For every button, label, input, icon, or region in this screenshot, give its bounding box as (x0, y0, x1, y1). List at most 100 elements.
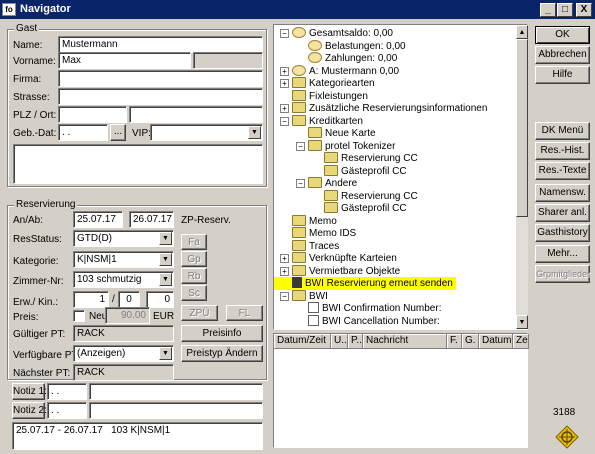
app-icon: fo (2, 3, 16, 16)
vorname-field[interactable]: Max (58, 52, 191, 69)
check-icon (292, 64, 306, 76)
gasthistory-button[interactable]: Gasthistory (535, 224, 590, 242)
zp-fa-button[interactable]: Fa (181, 234, 207, 250)
tree-item[interactable]: Neue Karte (296, 127, 376, 140)
neu-checkbox[interactable] (73, 310, 85, 322)
tree-item[interactable]: BWI Cancellation Number: (296, 314, 440, 328)
departure-field[interactable]: 26.07.17 (129, 211, 174, 228)
kin1-field[interactable]: 0 (118, 291, 140, 308)
close-button[interactable]: X (576, 3, 592, 17)
preisinfo-button[interactable]: Preisinfo (181, 325, 263, 342)
geb-field[interactable]: . . (58, 124, 108, 141)
fl-button[interactable]: FL (226, 305, 263, 321)
col-f[interactable]: F. (447, 334, 462, 349)
res-texte-button[interactable]: Res.-Texte (535, 162, 590, 180)
plz-field[interactable] (58, 106, 127, 123)
sharer-anl-button[interactable]: Sharer anl. (535, 204, 590, 222)
scroll-down-icon[interactable]: ▼ (516, 315, 528, 329)
expander-icon[interactable]: − (296, 141, 305, 151)
firma-field[interactable] (58, 70, 263, 87)
erw-field[interactable]: 1 (73, 291, 109, 308)
tree-item[interactable]: Memo IDS (280, 227, 356, 240)
expander-icon[interactable]: − (280, 116, 289, 126)
notiz2-button[interactable]: Notiz 2: (12, 402, 47, 419)
tree-item[interactable]: + Zusätzliche Reservierungsinformationen (280, 102, 487, 115)
vip-select[interactable]: ▼ (150, 124, 263, 141)
tree-item[interactable]: Belastungen: 0,00 (296, 39, 406, 53)
col-nachricht[interactable]: Nachricht (363, 334, 447, 349)
scroll-up-icon[interactable]: ▲ (516, 25, 528, 39)
preistyp-aendern-button[interactable]: Preistyp Ändern (181, 345, 263, 362)
tree-item[interactable]: − protel Tokenizer (296, 139, 395, 153)
kin2-field[interactable]: 0 (146, 291, 174, 308)
expander-icon[interactable]: + (280, 66, 289, 76)
kategorie-select[interactable]: K|NSM|1 ▼ (73, 251, 174, 268)
status-select[interactable]: GTD(D) ▼ (73, 230, 174, 247)
mehr-button[interactable]: Mehr... (535, 245, 590, 263)
hilfe-button[interactable]: Hilfe (535, 66, 590, 84)
grpmitglieder-button[interactable]: Grpmitglieder (535, 265, 590, 283)
tree-item[interactable]: − BWI (280, 289, 328, 303)
zp-sc-button[interactable]: Sc (181, 285, 207, 301)
tree-item[interactable]: Reservierung CC (312, 189, 418, 203)
tree-item[interactable]: − Kreditkarten (280, 114, 363, 128)
tree-item[interactable]: Reservierung CC (312, 152, 418, 165)
expander-icon[interactable]: + (280, 254, 289, 263)
scroll-thumb[interactable] (516, 39, 528, 217)
gast-notes-field[interactable] (13, 144, 263, 184)
notiz1-date-field[interactable]: . . (47, 383, 87, 400)
col-datumzeit[interactable]: Datum/Zeit (274, 334, 331, 349)
tree-scrollbar[interactable]: ▲ ▼ (516, 25, 528, 329)
res-hist-button[interactable]: Res.-Hist. (535, 142, 590, 160)
dk-menu-button[interactable]: DK Menü (535, 122, 590, 140)
maximize-button[interactable]: □ (557, 3, 573, 17)
expander-icon[interactable]: + (280, 79, 289, 88)
tree-item[interactable]: + A: Mustermann 0,00 (280, 64, 399, 78)
zimmer-select[interactable]: 103 schmutzig ▼ (73, 271, 174, 288)
col-u[interactable]: U.. (331, 334, 348, 349)
firma-label: Firma: (13, 74, 42, 85)
col-p[interactable]: P.. (348, 334, 363, 349)
notiz1-button[interactable]: Notiz 1: (12, 383, 47, 400)
zp-rb-button[interactable]: Rb (181, 268, 207, 284)
notiz2-date-field[interactable]: . . (47, 402, 87, 419)
expander-icon[interactable]: − (296, 179, 305, 188)
col-g[interactable]: G. (462, 334, 479, 349)
ort-field[interactable] (129, 106, 263, 123)
expander-icon[interactable]: − (280, 291, 289, 301)
minimize-button[interactable]: _ (540, 3, 556, 17)
ok-button[interactable]: OK (535, 26, 590, 44)
vpt-select[interactable]: (Anzeigen) ▼ (73, 345, 174, 362)
abbrechen-button[interactable]: Abbrechen (535, 46, 590, 64)
tree-item[interactable]: + Vermietbare Objekte (280, 264, 400, 278)
tree-item[interactable]: + Verknüpfte Karteien (280, 252, 397, 265)
tree-item[interactable]: Fixleistungen (280, 89, 368, 103)
tree-item[interactable]: Gästeprofil CC (312, 202, 407, 215)
tree-item[interactable]: − Gesamtsaldo: 0,00 (280, 27, 393, 40)
tree-item[interactable]: Memo (280, 214, 337, 228)
col-datum[interactable]: Datum (479, 334, 513, 349)
zp-gp-button[interactable]: Gp (181, 251, 207, 267)
tree-item[interactable]: BWI Confirmation Number: (296, 302, 441, 315)
geb-date-button[interactable]: ... (110, 124, 126, 141)
tree-item[interactable]: − Andere (296, 177, 357, 190)
notiz2-field[interactable] (89, 402, 263, 419)
tree-item[interactable]: Zahlungen: 0,00 (296, 52, 397, 65)
tree-item[interactable]: + Kategoriearten (280, 77, 375, 90)
zpu-button[interactable]: ZPÜ (181, 305, 218, 321)
name-field[interactable]: Mustermann (58, 36, 263, 53)
navigator-tree[interactable]: − Gesamtsaldo: 0,00 Belastungen: 0,00 Zahlu… (273, 24, 528, 330)
strasse-field[interactable] (58, 88, 263, 105)
tree-item[interactable]: Traces (280, 239, 339, 253)
notiz1-field[interactable] (89, 383, 263, 400)
reservation-number: 3188 (553, 407, 576, 418)
namensw-button[interactable]: Namensw. (535, 184, 590, 202)
tree-item[interactable]: BWI Reservierung erneut senden (274, 277, 456, 290)
tree-item[interactable]: Gästeprofil CC (312, 164, 407, 178)
message-grid[interactable]: Datum/Zeit U.. P.. Nachricht F. G. Datum… (273, 333, 529, 448)
expander-icon[interactable]: + (280, 104, 289, 113)
expander-icon[interactable]: − (280, 29, 289, 38)
arrival-field[interactable]: 25.07.17 (73, 211, 123, 228)
col-ze[interactable]: Ze (513, 334, 529, 349)
expander-icon[interactable]: + (280, 266, 289, 276)
